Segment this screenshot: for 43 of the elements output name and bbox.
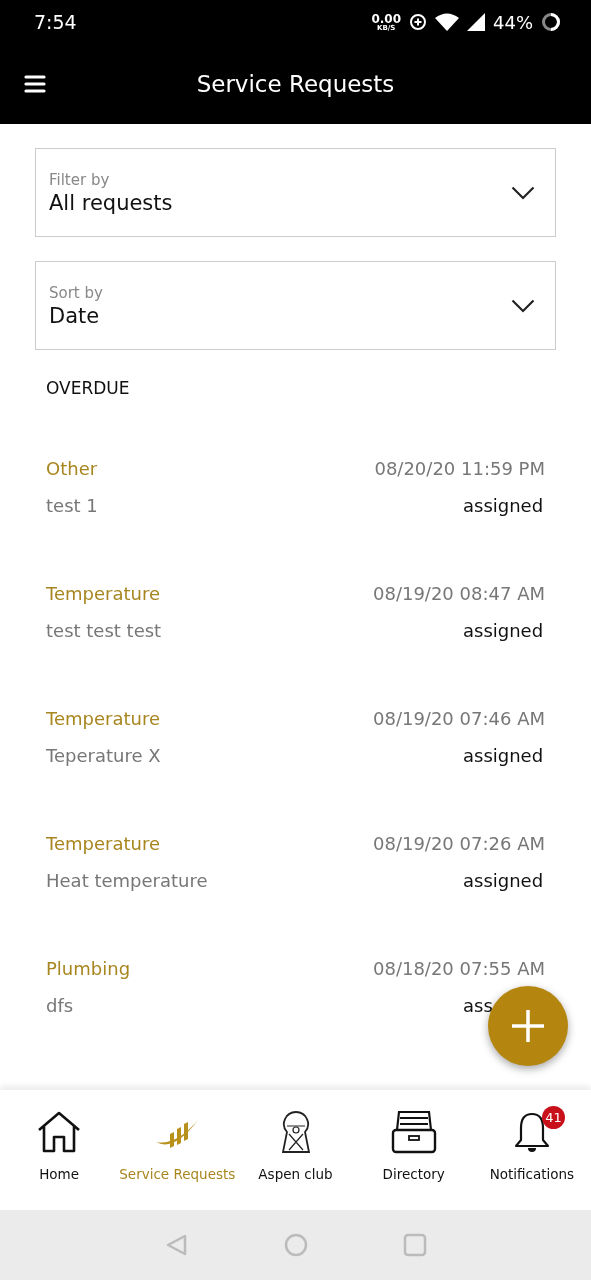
request-category[interactable]: Temperature bbox=[46, 583, 161, 604]
battery-percent: 44% bbox=[493, 11, 533, 33]
home-circle-icon[interactable] bbox=[283, 1233, 308, 1257]
section-heading: OVERDUE bbox=[45, 377, 131, 398]
request-status: assigned bbox=[463, 745, 545, 766]
recents-icon[interactable] bbox=[402, 1233, 427, 1257]
chevron-down-icon bbox=[511, 185, 535, 200]
count-badge: 41 bbox=[541, 1106, 565, 1129]
signal-icon bbox=[467, 13, 485, 31]
request-description: Heat temperature bbox=[46, 870, 208, 891]
request-status: assigned bbox=[463, 495, 545, 516]
request-status: ass bbox=[463, 995, 494, 1016]
request-date: 08/20/20 11:59 PM bbox=[374, 458, 545, 479]
request-description: test test test bbox=[46, 620, 162, 641]
nav-tab[interactable]: Directory bbox=[354, 1090, 473, 1202]
request-date: 08/19/20 08:47 AM bbox=[373, 583, 545, 604]
nav-tab[interactable]: 41 Notifications bbox=[472, 1090, 591, 1202]
plus-icon bbox=[511, 1009, 545, 1043]
back-icon[interactable] bbox=[164, 1233, 189, 1257]
file-drawer-icon bbox=[390, 1110, 437, 1154]
request-date: 08/19/20 07:26 AM bbox=[373, 833, 545, 854]
request-date: 08/19/20 07:46 AM bbox=[373, 708, 545, 729]
screen-title: Service Requests bbox=[195, 71, 396, 97]
chevron-down-icon bbox=[511, 298, 535, 313]
request-status: assigned bbox=[463, 870, 545, 891]
status-time: 7:54 bbox=[34, 11, 78, 33]
nav-tab[interactable]: Service Requests bbox=[118, 1090, 237, 1202]
request-status: assigned bbox=[463, 620, 545, 641]
battery-icon bbox=[541, 12, 561, 32]
menu-icon[interactable] bbox=[24, 75, 46, 93]
data-saver-icon bbox=[409, 13, 427, 31]
dropdown-field[interactable]: Filter by All requests bbox=[35, 148, 556, 237]
wifi-icon bbox=[435, 13, 459, 31]
request-category[interactable]: Temperature bbox=[46, 833, 161, 854]
dropdown-field[interactable]: Sort by Date bbox=[35, 261, 556, 350]
request-description: dfs bbox=[46, 995, 74, 1016]
keyhole-emblem-icon bbox=[280, 1110, 311, 1154]
request-date: 08/18/20 07:55 AM bbox=[373, 958, 545, 979]
request-description: test 1 bbox=[46, 495, 98, 516]
nav-tab[interactable]: Home bbox=[0, 1090, 119, 1202]
request-description: Teperature X bbox=[46, 745, 161, 766]
request-category[interactable]: Temperature bbox=[46, 708, 161, 729]
nav-tab[interactable]: Aspen club bbox=[236, 1090, 355, 1202]
